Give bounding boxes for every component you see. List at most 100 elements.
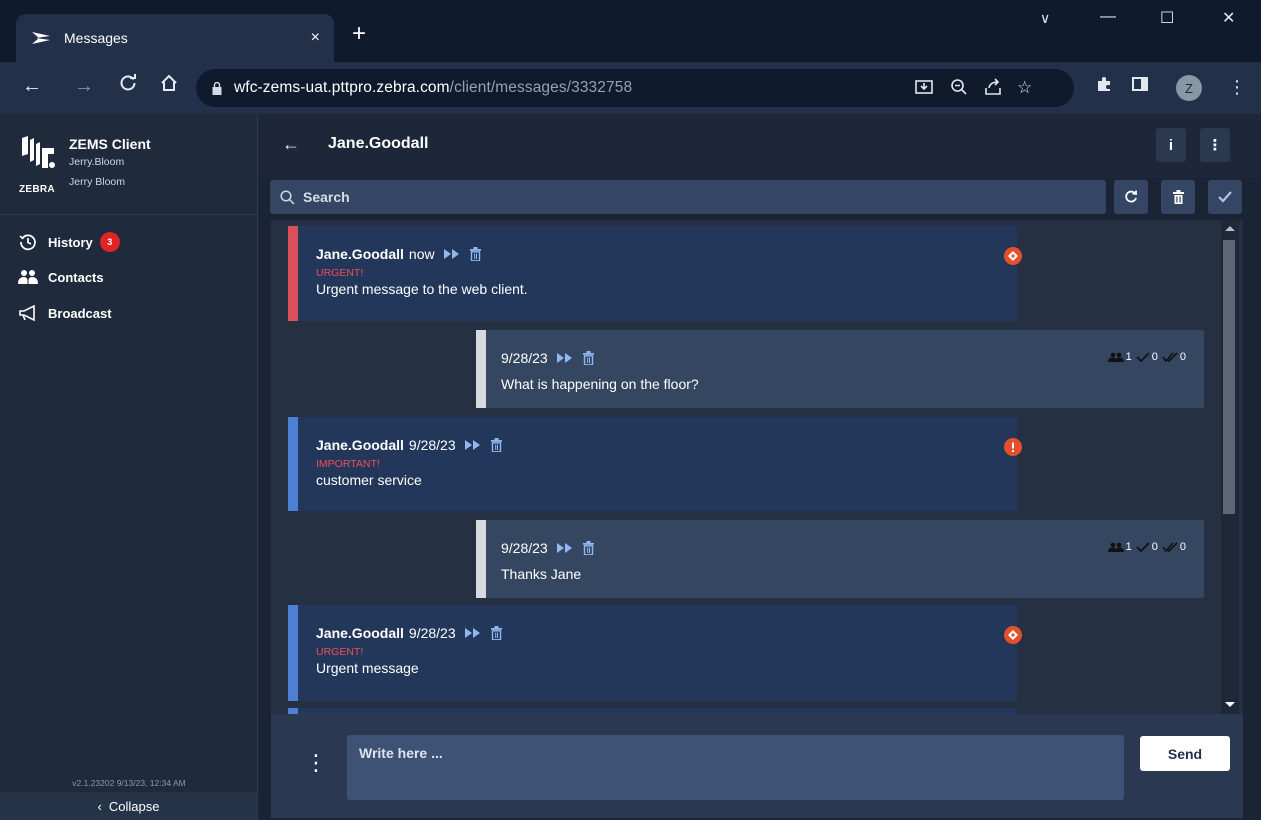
forward-icon[interactable]	[464, 627, 482, 639]
tab-title: Messages	[64, 30, 128, 46]
lock-icon	[212, 81, 222, 95]
outgoing-message[interactable]: 9/28/23 What is happening on the floor? 1 0…	[476, 330, 1204, 408]
search-input[interactable]	[303, 189, 1003, 205]
sidebar-item-broadcast[interactable]: Broadcast	[18, 304, 112, 322]
select-button[interactable]	[1208, 180, 1242, 214]
refresh-icon	[1125, 190, 1137, 203]
close-window-button[interactable]: ✕	[1222, 8, 1235, 28]
app-version: v2.1.23202 9/13/23, 12:34 AM	[72, 778, 186, 788]
message-input[interactable]	[347, 735, 1124, 800]
message-time: 9/28/23	[408, 625, 456, 641]
send-button[interactable]: Send	[1140, 736, 1230, 771]
reload-button[interactable]	[119, 74, 137, 98]
message-accent-bar	[476, 330, 486, 408]
read-receipts: 1 0 0	[1107, 541, 1190, 553]
compose-area: ⋮ Send	[271, 714, 1243, 818]
sidebar: ZEBRA ZEMS Client Jerry.Bloom Jerry Bloo…	[0, 114, 258, 820]
message-body: What is happening on the floor?	[501, 376, 699, 392]
zebra-favicon-icon	[32, 32, 50, 44]
message-list[interactable]: Jane.Goodall now URGENT! Urgent message to …	[271, 220, 1243, 714]
install-app-icon[interactable]	[915, 78, 933, 101]
brand-block: ZEBRA ZEMS Client Jerry.Bloom Jerry Bloo…	[14, 132, 254, 212]
collapse-button[interactable]: ‹ Collapse	[0, 792, 257, 820]
message-body: Urgent message to the web client.	[316, 281, 528, 297]
chat-header: ← Jane.Goodall i ⋮	[258, 114, 1261, 178]
attach-menu-icon[interactable]: ⋮	[305, 752, 327, 774]
message-time: now	[408, 246, 435, 262]
extensions-icon[interactable]	[1095, 74, 1113, 100]
incoming-message[interactable]: Jane.Goodall 9/28/23 URGENT! Urgent message	[288, 605, 1022, 701]
forward-icon[interactable]	[556, 352, 574, 364]
sidebar-item-contacts[interactable]: Contacts	[18, 268, 104, 286]
urgent-alert-icon	[1004, 626, 1022, 644]
forward-button[interactable]: →	[74, 74, 94, 98]
delete-icon[interactable]	[490, 626, 502, 640]
incoming-message[interactable]: Jane.Goodall 9/28/23 IMPORTANT! customer se…	[288, 417, 1022, 511]
delete-icon[interactable]	[469, 247, 481, 261]
delete-all-button[interactable]	[1161, 180, 1195, 214]
profile-avatar[interactable]: Z	[1176, 75, 1202, 101]
collapse-label: Collapse	[108, 798, 160, 814]
recipients-count: 1	[1125, 541, 1132, 553]
message-body: customer service	[316, 472, 422, 488]
info-button[interactable]: i	[1156, 128, 1186, 162]
browser-menu-icon[interactable]: ⋮	[1228, 74, 1246, 100]
delete-icon[interactable]	[490, 438, 502, 452]
more-options-button[interactable]: ⋮	[1200, 128, 1230, 162]
scroll-down-icon[interactable]	[1225, 702, 1235, 707]
zebra-logo-icon	[22, 136, 55, 168]
urgent-alert-icon	[1004, 247, 1022, 265]
forward-icon[interactable]	[556, 542, 574, 554]
search-bar[interactable]	[270, 180, 1106, 214]
incoming-message[interactable]: Jane.Goodall now URGENT! Urgent message to …	[288, 226, 1022, 321]
message-header: Jane.Goodall 9/28/23	[316, 437, 502, 453]
contacts-icon	[18, 268, 38, 286]
chat-panel: ← Jane.Goodall i ⋮ Jane.GoodallnowURGENT…	[258, 114, 1261, 820]
sidebar-item-history[interactable]: History 3	[18, 232, 120, 252]
delivered-count: 0	[1151, 351, 1158, 363]
message-header: 9/28/23	[501, 350, 594, 366]
forward-icon[interactable]	[464, 439, 482, 451]
new-tab-button[interactable]: +	[352, 22, 366, 46]
read-count: 0	[1179, 541, 1186, 553]
message-scrollbar[interactable]	[1221, 220, 1239, 714]
user-name: Jerry Bloom	[69, 176, 126, 188]
minimize-button[interactable]: —	[1100, 8, 1116, 26]
refresh-button[interactable]	[1114, 180, 1148, 214]
delivered-check-icon	[1136, 352, 1150, 362]
browser-tab[interactable]: Messages ×	[16, 14, 334, 62]
maximize-button[interactable]: ☐	[1160, 8, 1174, 28]
megaphone-icon	[18, 304, 38, 322]
user-login: Jerry.Bloom	[69, 156, 125, 168]
browser-titlebar: Messages × + ∨ — ☐ ✕	[0, 0, 1261, 62]
read-count: 0	[1179, 351, 1186, 363]
read-double-check-icon	[1162, 542, 1178, 552]
forward-icon[interactable]	[443, 248, 461, 260]
zoom-icon[interactable]	[950, 78, 968, 101]
message-accent-bar	[288, 605, 298, 701]
url-text: wfc-zems-uat.pttpro.zebra.com/client/mes…	[234, 79, 632, 97]
bookmark-star-icon[interactable]: ☆	[1017, 78, 1032, 98]
delete-icon[interactable]	[582, 351, 594, 365]
scroll-up-icon[interactable]	[1225, 226, 1235, 231]
share-icon[interactable]	[984, 78, 1002, 101]
message-sender: Jane.Goodall	[316, 437, 404, 453]
back-button[interactable]: ←	[22, 74, 42, 98]
message-time: 9/28/23	[501, 540, 548, 556]
sidebar-item-label: Contacts	[48, 269, 104, 285]
chevron-left-icon: ‹	[97, 798, 102, 814]
address-bar[interactable]: wfc-zems-uat.pttpro.zebra.com/client/mes…	[196, 69, 1074, 107]
home-button[interactable]	[160, 74, 178, 98]
outgoing-message[interactable]: 9/28/23 Thanks Jane 1 0 0	[476, 520, 1204, 598]
side-panel-icon[interactable]	[1131, 74, 1149, 100]
app-title: ZEMS Client	[69, 136, 151, 152]
tab-search-icon[interactable]: ∨	[1040, 10, 1050, 27]
message-header: Jane.Goodall now	[316, 246, 481, 262]
delete-icon[interactable]	[582, 541, 594, 555]
sidebar-item-label: History	[48, 234, 93, 250]
back-arrow-icon[interactable]: ←	[282, 134, 300, 155]
message-priority: IMPORTANT!	[316, 458, 380, 470]
scroll-thumb[interactable]	[1223, 240, 1235, 514]
history-icon	[18, 233, 38, 251]
tab-close-icon[interactable]: ×	[311, 29, 320, 47]
